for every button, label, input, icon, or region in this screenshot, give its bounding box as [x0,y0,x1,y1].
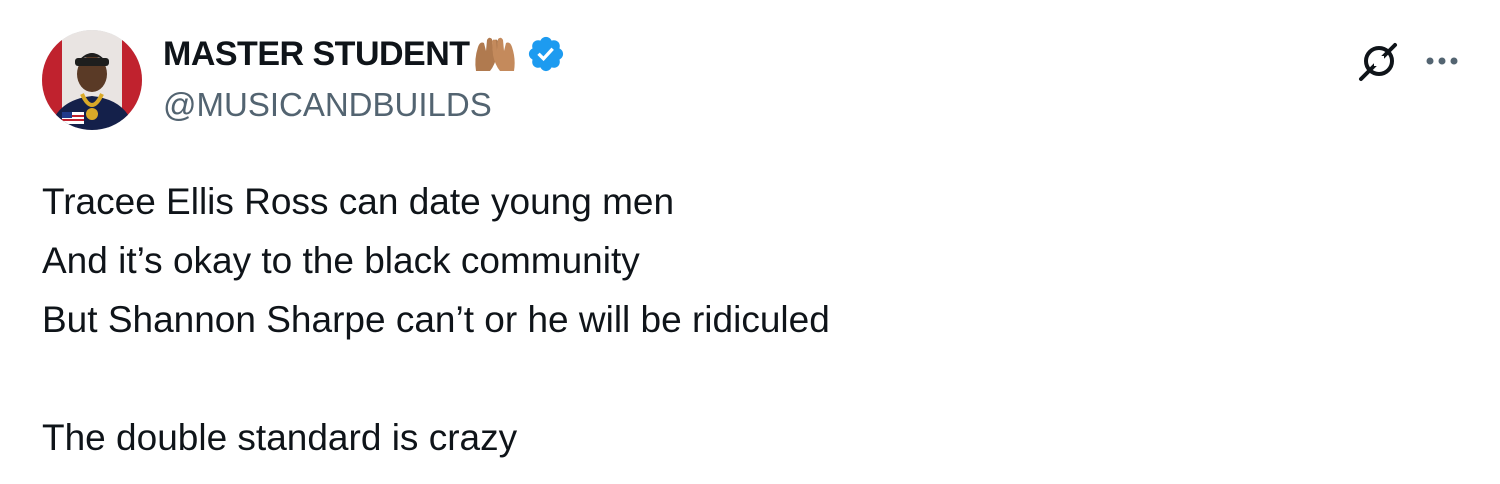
more-options-button[interactable] [1422,41,1462,81]
tweet-card: MASTER STUDENT @MUSICANDBUILDS Tracee El… [0,0,1500,484]
tweet-text: Tracee Ellis Ross can date young men And… [42,172,830,467]
more-options-icon [1426,57,1458,65]
tweet-text-line [42,349,830,408]
tweet-text-line: Tracee Ellis Ross can date young men [42,181,675,222]
user-handle[interactable]: @MUSICANDBUILDS [163,86,566,124]
avatar[interactable] [42,30,142,130]
grok-button[interactable] [1356,38,1402,84]
raised-hands-emoji-icon [472,35,518,73]
grok-icon [1359,43,1397,81]
avatar-image [42,30,142,130]
verified-badge-icon [526,34,566,74]
tweet-actions [1356,38,1462,84]
tweet-text-line: And it’s okay to the black community [42,240,640,281]
display-name[interactable]: MASTER STUDENT [163,35,470,74]
name-row: MASTER STUDENT [163,32,566,76]
tweet-text-line: The double standard is crazy [42,417,518,458]
tweet-text-line: But Shannon Sharpe can’t or he will be r… [42,299,830,340]
user-info: MASTER STUDENT @MUSICANDBUILDS [163,32,566,124]
